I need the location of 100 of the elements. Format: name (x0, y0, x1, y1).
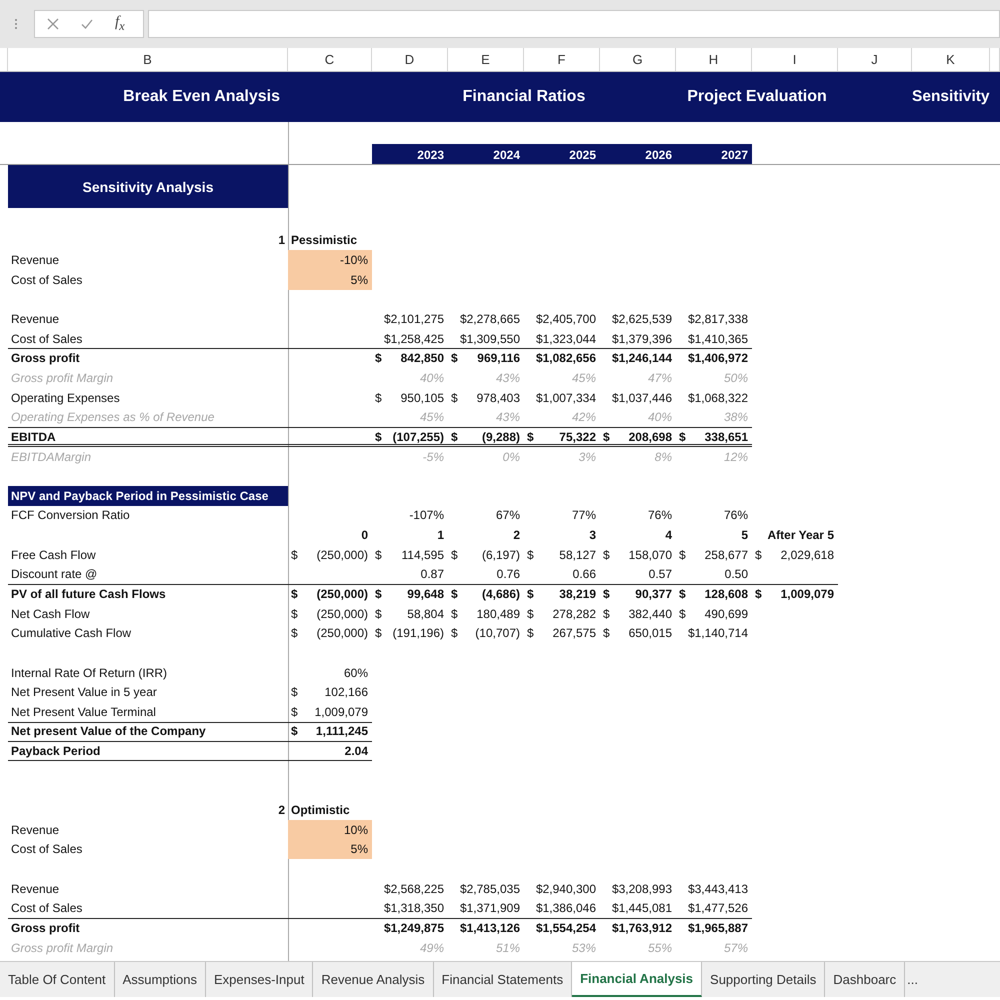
column-header[interactable]: F (524, 48, 600, 71)
cell-value: 2.04 (344, 743, 369, 760)
function-button[interactable]: f$_{x}$ (115, 14, 125, 34)
cell-value: 12% (722, 448, 749, 466)
column-header[interactable]: C (288, 48, 372, 71)
column-header[interactable]: J (838, 48, 912, 71)
more-tabs-button[interactable]: ... (905, 962, 920, 997)
row-label: Operating Expenses as % of Revenue (10, 409, 216, 426)
nav-link[interactable]: Break Even Analysis (115, 88, 288, 105)
formula-input[interactable] (148, 10, 1000, 38)
scenario-number: 2 (277, 802, 286, 820)
cell-value: 5% (288, 270, 372, 290)
cell-value: 45% (570, 370, 597, 387)
cell-value: $2,405,700 (534, 311, 597, 328)
row-label: Cost of Sales (10, 272, 84, 289)
cell-value: $ 490,699 (678, 606, 749, 623)
sheet-tab[interactable]: Supporting Details (702, 962, 826, 997)
row-label: Internal Rate Of Return (IRR) (10, 664, 168, 682)
close-icon[interactable] (47, 18, 59, 30)
cell-value: $ 338,651 (678, 428, 749, 446)
cell-value: $2,101,275 (382, 311, 445, 328)
column-header[interactable]: E (448, 48, 524, 71)
cell-value: $1,246,144 (610, 350, 673, 368)
section-header: NPV and Payback Period in Pessimistic Case (8, 486, 288, 506)
cell-value: $ 90,377 (602, 586, 673, 603)
cell-value: $ 208,698 (602, 428, 673, 446)
cell-value: -5% (422, 448, 445, 466)
sheet-tab[interactable]: Revenue Analysis (313, 962, 434, 997)
cell-value: $ 114,595 (374, 546, 445, 564)
column-header[interactable]: B (8, 48, 288, 71)
cell-value: 0.50 (724, 566, 749, 584)
cell-value: $ 650,015 (602, 625, 673, 642)
cell-value: $1,477,526 (686, 900, 749, 918)
cell-value: 2 (512, 527, 521, 544)
cell-value: $1,140,714 (686, 625, 749, 642)
cell-value: $1,068,322 (686, 390, 749, 407)
cell-value: $ (6,197) (450, 546, 521, 564)
nav-link[interactable]: Sensitivity (912, 88, 990, 105)
cell-value: $ 58,127 (526, 546, 597, 564)
row-label: Net Present Value Terminal (10, 704, 157, 721)
cell-value: $1,037,446 (610, 390, 673, 407)
nav-link[interactable]: Project Evaluation (679, 88, 835, 105)
cell-value: $2,568,225 (382, 880, 445, 898)
cell-value: $1,258,425 (382, 330, 445, 348)
cell-value: $ 950,105 (374, 390, 445, 407)
column-header[interactable]: H (676, 48, 752, 71)
column-header[interactable]: D (372, 48, 448, 71)
year-header: 2026 (600, 144, 676, 164)
column-header[interactable]: K (912, 48, 990, 71)
cell-value: 40% (646, 409, 673, 426)
cell-value: $ (250,000) (290, 625, 369, 642)
sheet-tab[interactable]: Table Of Content (0, 962, 115, 997)
row-label: Revenue (10, 252, 60, 270)
cell-value: $ 978,403 (450, 390, 521, 407)
cell-value: 76% (722, 507, 749, 524)
cell-value: 40% (418, 370, 445, 387)
cell-value: 51% (494, 940, 521, 957)
row-label: EBITDAMargin (10, 448, 92, 466)
row-label: Gross profit Margin (10, 940, 114, 957)
cell-value: $1,309,550 (458, 330, 521, 348)
cell-value: 60% (342, 664, 369, 682)
cell-value: 77% (570, 507, 597, 524)
cell-value: $2,278,665 (458, 311, 521, 328)
grip-icon[interactable] (14, 18, 18, 30)
cell-value: $1,554,254 (534, 920, 597, 937)
cell-value: $1,082,656 (534, 350, 597, 368)
cell-value: $ 75,322 (526, 428, 597, 446)
cell-value: 0.87 (420, 566, 445, 584)
cell-value: 0.57 (648, 566, 673, 584)
cell-value: $2,785,035 (458, 880, 521, 898)
cell-value: $ 1,009,079 (754, 586, 835, 603)
sheet-tab[interactable]: Expenses-Input (206, 962, 314, 997)
cell-value: $1,763,912 (610, 920, 673, 937)
row-label: Cost of Sales (10, 900, 84, 918)
cell-value: 3% (578, 448, 597, 466)
nav-link[interactable]: Financial Ratios (454, 88, 594, 105)
column-header[interactable]: I (752, 48, 838, 71)
check-icon[interactable] (81, 18, 93, 30)
cell-value: $ (9,288) (450, 428, 521, 446)
column-header[interactable]: G (600, 48, 676, 71)
cell-value: $ (107,255) (374, 428, 445, 446)
cell-value: 43% (494, 370, 521, 387)
cell-value: 8% (654, 448, 673, 466)
cell-value: 0.76 (496, 566, 521, 584)
cell-value: $1,445,081 (610, 900, 673, 918)
sheet-tab[interactable]: Financial Analysis (572, 962, 702, 997)
cell-value: 55% (646, 940, 673, 957)
sheet-tab[interactable]: Assumptions (114, 962, 206, 997)
cell-value: $2,817,338 (686, 311, 749, 328)
cell-value: $ (191,196) (374, 625, 445, 642)
cell-value: $1,249,875 (382, 920, 445, 937)
row-label: Net Cash Flow (10, 606, 91, 623)
cell-value: $ 38,219 (526, 586, 597, 603)
cell-value: 5 (740, 527, 749, 544)
row-label: Revenue (10, 880, 60, 898)
sheet-tab[interactable]: Dashboarc (825, 962, 906, 997)
row-label: Cumulative Cash Flow (10, 625, 132, 642)
row-label: Cost of Sales (10, 330, 84, 348)
section-title: Sensitivity Analysis (8, 165, 288, 208)
row-label: Payback Period (10, 743, 102, 760)
